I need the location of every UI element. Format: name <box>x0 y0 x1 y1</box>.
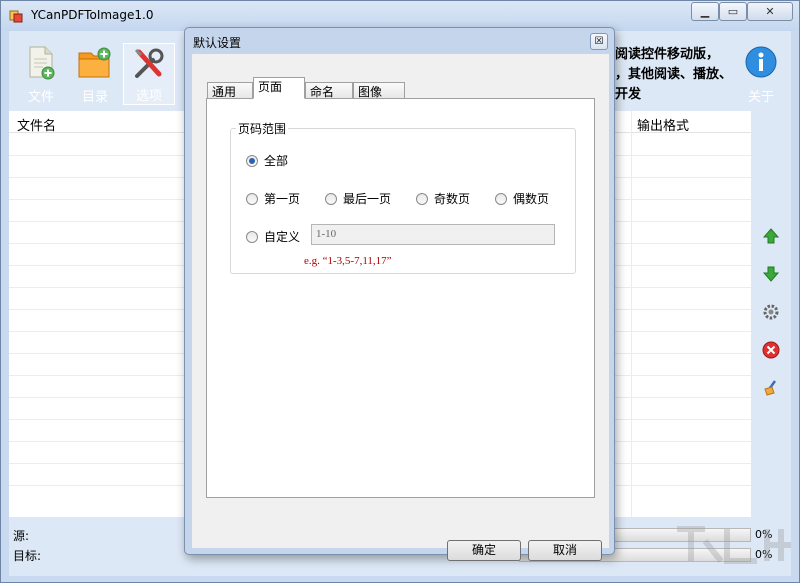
radio-indicator <box>416 192 428 205</box>
radio-label: 最后一页 <box>343 192 392 206</box>
radio-label: 全部 <box>264 154 289 168</box>
maximize-icon: ▭ <box>727 5 739 18</box>
file-button[interactable]: 文件 <box>15 43 67 105</box>
new-document-icon <box>29 46 55 80</box>
radio-indicator <box>246 192 258 205</box>
app-title: YCanPDFToImage1.0 <box>31 8 154 22</box>
tab-general[interactable]: 通用 <box>207 82 253 99</box>
file-label: 文件 <box>27 90 54 105</box>
example-hint: e.g. “1-3,5-7,11,17” <box>304 255 392 267</box>
radio-indicator <box>495 192 507 205</box>
radio-indicator <box>246 154 258 167</box>
column-header-format[interactable]: 输出格式 <box>637 115 689 134</box>
radio-first-page[interactable]: 第一页 <box>246 190 300 207</box>
radio-label: 自定义 <box>264 230 301 244</box>
close-button[interactable]: ✕ <box>747 2 793 21</box>
radio-label: 偶数页 <box>513 192 550 206</box>
tab-panel-page: 页码范围 全部 第一页 最后一页 奇数页 偶数页 自定义 1-10 e.g. “… <box>206 98 595 498</box>
radio-last-page[interactable]: 最后一页 <box>325 190 391 207</box>
about-button[interactable]: 关于 <box>735 43 787 105</box>
cancel-button[interactable]: 取消 <box>528 540 602 561</box>
tab-naming[interactable]: 命名 <box>305 82 353 99</box>
radio-all-pages[interactable]: 全部 <box>246 152 288 169</box>
close-icon: ☒ <box>594 36 604 47</box>
app-icon <box>9 10 23 23</box>
clear-button[interactable] <box>761 379 781 399</box>
column-header-filename[interactable]: 文件名 <box>17 115 56 134</box>
add-folder-icon <box>78 47 111 78</box>
close-icon: ✕ <box>765 5 775 18</box>
page-range-group: 页码范围 全部 第一页 最后一页 奇数页 偶数页 自定义 1-10 e.g. “… <box>230 120 576 274</box>
maximize-button[interactable]: ▭ <box>719 2 747 21</box>
dialog-body: 通用 页面 命名 图像 页码范围 全部 第一页 最后一页 奇数页 偶数页 自定义… <box>192 54 609 561</box>
directory-label: 目录 <box>81 90 108 105</box>
radio-label: 奇数页 <box>434 192 471 206</box>
radio-even-pages[interactable]: 偶数页 <box>495 190 549 207</box>
options-button[interactable]: 选项 <box>123 43 175 105</box>
default-settings-dialog: 默认设置 ☒ 通用 页面 命名 图像 页码范围 全部 第一页 最后一页 奇数页 … <box>184 27 615 561</box>
move-down-button[interactable] <box>761 265 781 285</box>
radio-custom-range[interactable]: 自定义 <box>246 228 300 245</box>
source-label: 源: <box>13 529 30 543</box>
dialog-close-button[interactable]: ☒ <box>590 33 608 50</box>
column-divider <box>631 111 632 517</box>
promo-text: 阅读控件移动版， ，其他阅读、播放、 开发 <box>615 47 733 102</box>
broom-icon <box>764 380 777 396</box>
radio-label: 第一页 <box>264 192 301 206</box>
tab-page[interactable]: 页面 <box>253 77 305 99</box>
radio-odd-pages[interactable]: 奇数页 <box>416 190 470 207</box>
minimize-icon: ▁ <box>700 5 710 18</box>
minimize-button[interactable]: ▁ <box>691 2 719 21</box>
gear-icon <box>763 304 779 320</box>
about-label: 关于 <box>747 90 774 105</box>
target-label: 目标: <box>13 549 42 563</box>
remove-button[interactable] <box>761 341 781 361</box>
settings-button[interactable] <box>761 303 781 323</box>
arrow-down-icon <box>762 266 780 282</box>
tab-image[interactable]: 图像 <box>353 82 405 99</box>
directory-button[interactable]: 目录 <box>69 43 121 105</box>
watermark-logo <box>677 526 791 564</box>
custom-range-input[interactable]: 1-10 <box>311 224 555 245</box>
info-icon <box>745 46 777 78</box>
dialog-title: 默认设置 <box>193 36 242 50</box>
page-range-title: 页码范围 <box>236 120 289 137</box>
move-up-button[interactable] <box>761 227 781 247</box>
options-label: 选项 <box>135 89 162 104</box>
ok-button[interactable]: 确定 <box>447 540 521 561</box>
radio-indicator <box>325 192 337 205</box>
tools-icon <box>134 48 164 78</box>
arrow-up-icon <box>762 228 780 244</box>
radio-indicator <box>246 230 258 243</box>
remove-icon <box>762 341 780 359</box>
